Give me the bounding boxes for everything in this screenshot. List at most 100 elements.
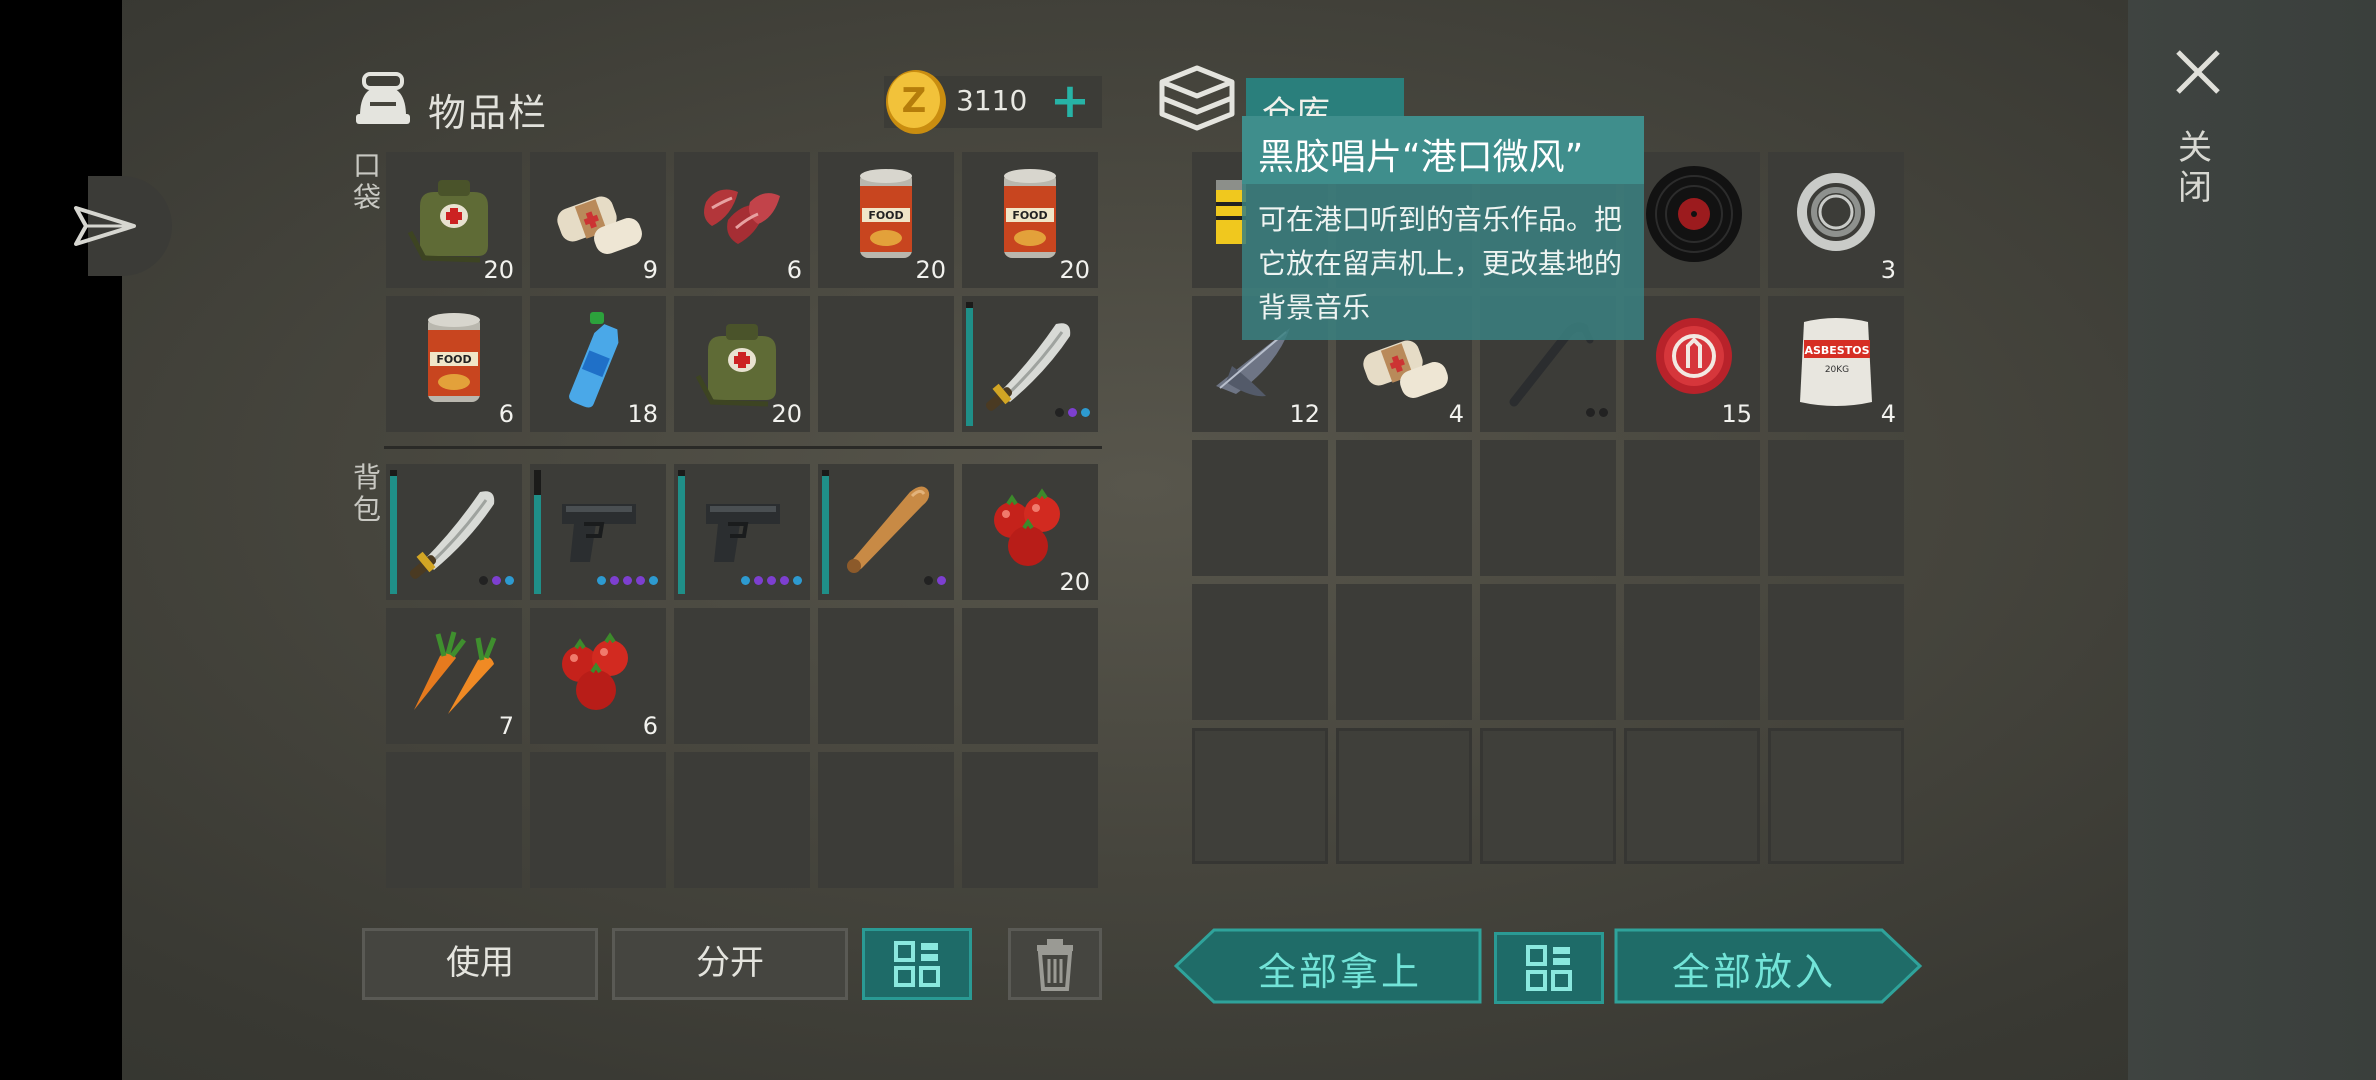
item-quantity: 7 (498, 712, 514, 740)
tooltip-description: 可在港口听到的音乐作品。把它放在留声机上，更改基地的背景音乐 (1258, 203, 1623, 324)
stash-slot[interactable] (1192, 728, 1328, 864)
stash-slot[interactable] (1624, 152, 1760, 288)
pocket-slot[interactable]: 20 (674, 296, 810, 432)
pocket-slot[interactable] (818, 296, 954, 432)
backpack-slot[interactable] (386, 752, 522, 888)
item-quantity: 4 (1880, 400, 1896, 428)
item-quantity: 3 (1880, 256, 1896, 284)
backpack-slot[interactable] (818, 464, 954, 600)
backpack-slot[interactable]: 7 (386, 608, 522, 744)
section-divider (384, 446, 1102, 449)
stash-slot[interactable] (1336, 584, 1472, 720)
item-quantity: 20 (771, 400, 802, 428)
sort-stash-button[interactable] (1494, 932, 1604, 1004)
durability-bar (678, 470, 685, 594)
right-side-panel (2128, 0, 2376, 1080)
backpack-slot[interactable] (818, 752, 954, 888)
item-quantity: 20 (1059, 568, 1090, 596)
backpack-slot[interactable]: 20 (962, 464, 1098, 600)
stash-slot[interactable]: ASBESTOS 20KG 4 (1768, 296, 1904, 432)
pocket-slot[interactable]: FOOD 20 (962, 152, 1098, 288)
stash-slot[interactable] (1336, 440, 1472, 576)
section-label-backpack: 背包 (352, 461, 381, 526)
storage-box-icon (1159, 65, 1235, 131)
pocket-slot[interactable]: 20 (386, 152, 522, 288)
pocket-slot[interactable]: 18 (530, 296, 666, 432)
backpack-slot[interactable] (962, 608, 1098, 744)
pocket-slot[interactable]: 6 (674, 152, 810, 288)
stash-slot[interactable] (1768, 728, 1904, 864)
item-tier-dots (924, 576, 946, 588)
backpack-slot[interactable] (674, 608, 810, 744)
item-tier-dots (1586, 408, 1608, 420)
close-icon[interactable] (2172, 46, 2224, 98)
stash-slot[interactable] (1624, 584, 1760, 720)
durability-bar (822, 470, 829, 594)
use-button[interactable]: 使用 (362, 928, 598, 1000)
coin-count: 3110 (956, 84, 1028, 117)
stash-slot[interactable] (1624, 440, 1760, 576)
pocket-slot[interactable]: FOOD 20 (818, 152, 954, 288)
split-button[interactable]: 分开 (612, 928, 848, 1000)
item-tier-dots (597, 576, 658, 588)
item-tooltip: 黑胶唱片“港口微风” 可在港口听到的音乐作品。把它放在留声机上，更改基地的背景音… (1242, 116, 1644, 340)
pocket-slot[interactable]: 9 (530, 152, 666, 288)
backpack-slot[interactable] (674, 752, 810, 888)
item-quantity: 15 (1721, 400, 1752, 428)
stash-slot[interactable] (1768, 584, 1904, 720)
item-quantity: 20 (1059, 256, 1090, 284)
item-quantity: 20 (915, 256, 946, 284)
grid-sort-icon (1526, 945, 1572, 991)
stash-slot[interactable] (1192, 584, 1328, 720)
item-tier-dots (1055, 408, 1090, 420)
item-quantity: 6 (642, 712, 658, 740)
stash-slot[interactable]: 15 (1624, 296, 1760, 432)
inventory-title: 物品栏 (428, 91, 549, 135)
close-label[interactable]: 关闭 (2178, 128, 2222, 208)
item-tier-dots (741, 576, 802, 588)
durability-bar (390, 470, 397, 594)
sort-inventory-button[interactable] (862, 928, 972, 1000)
paper-plane-icon (74, 206, 136, 246)
item-quantity: 18 (627, 400, 658, 428)
stash-slot[interactable]: 3 (1768, 152, 1904, 288)
put-all-label: 全部放入 (1672, 950, 1837, 994)
backpack-slot[interactable] (530, 464, 666, 600)
stash-slot[interactable] (1624, 728, 1760, 864)
pocket-slot[interactable] (962, 296, 1098, 432)
coin-icon: Z (886, 70, 946, 134)
backpack-slot[interactable] (386, 464, 522, 600)
stash-slot[interactable] (1768, 440, 1904, 576)
item-quantity: 6 (786, 256, 802, 284)
svg-text:Z: Z (902, 81, 927, 121)
svg-text:FOOD: FOOD (868, 209, 903, 222)
add-coins-button[interactable]: + (1046, 76, 1094, 128)
svg-text:ASBESTOS: ASBESTOS (1804, 344, 1869, 357)
durability-bar (534, 470, 541, 594)
stash-slot[interactable] (1336, 728, 1472, 864)
item-quantity: 9 (642, 256, 658, 284)
stash-slot[interactable] (1480, 584, 1616, 720)
backpack-slot[interactable]: 6 (530, 608, 666, 744)
item-quantity: 20 (483, 256, 514, 284)
tooltip-title: 黑胶唱片“港口微风” (1258, 137, 1584, 178)
stash-slot[interactable] (1480, 728, 1616, 864)
backpack-slot[interactable] (962, 752, 1098, 888)
take-all-label: 全部拿上 (1258, 950, 1423, 994)
item-tier-dots (479, 576, 514, 588)
pocket-slot[interactable]: FOOD 6 (386, 296, 522, 432)
stash-slot[interactable] (1192, 440, 1328, 576)
stash-slot[interactable] (1480, 440, 1616, 576)
trash-button[interactable] (1008, 928, 1102, 1000)
durability-bar (966, 302, 973, 426)
backpack-slot[interactable] (674, 464, 810, 600)
backpack-icon (356, 72, 410, 124)
backpack-slot[interactable] (818, 608, 954, 744)
backpack-slot[interactable] (530, 752, 666, 888)
svg-text:20KG: 20KG (1825, 365, 1849, 375)
item-quantity: 6 (498, 400, 514, 428)
item-quantity: 4 (1448, 400, 1464, 428)
grid-sort-icon (894, 941, 940, 987)
item-quantity: 12 (1289, 400, 1320, 428)
svg-text:FOOD: FOOD (436, 353, 471, 366)
